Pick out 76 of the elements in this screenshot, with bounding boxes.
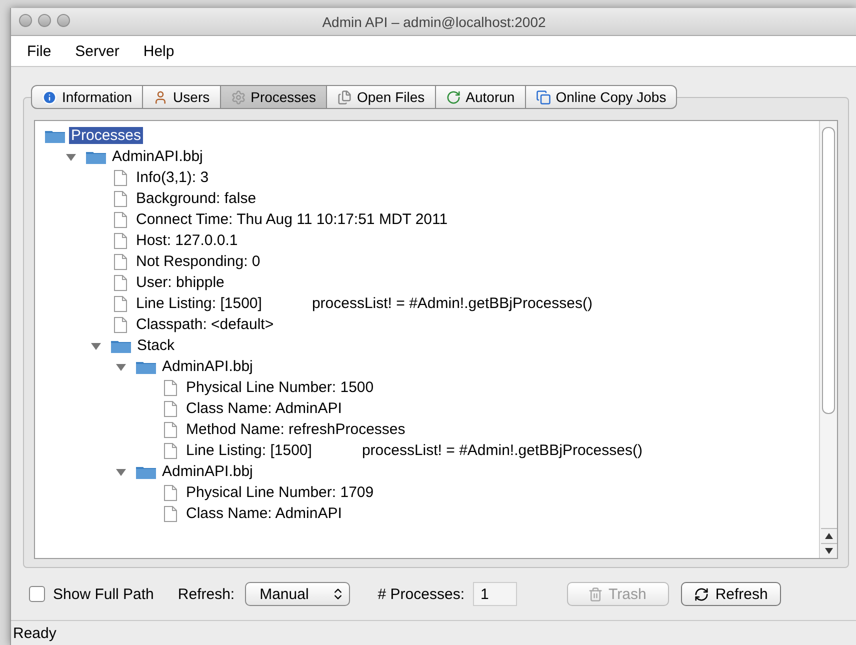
document-icon	[114, 190, 127, 206]
checkbox[interactable]	[29, 586, 45, 602]
copy-icon	[536, 90, 551, 104]
disclosure-triangle-icon[interactable]	[116, 466, 126, 476]
tree-item[interactable]: Info(3,1): 3	[134, 169, 211, 186]
document-icon	[164, 506, 177, 522]
refresh-icon	[694, 586, 710, 602]
tree-item[interactable]: Host: 127.0.0.1	[134, 232, 240, 249]
processes-count-field[interactable]: 1	[472, 582, 517, 606]
document-icon	[164, 484, 177, 500]
tree-item[interactable]: Physical Line Number: 1500	[184, 379, 376, 396]
status-text: Ready	[13, 624, 56, 642]
document-icon	[114, 212, 127, 228]
circular-arrow-icon	[446, 90, 461, 104]
tree-item[interactable]: Method Name: refreshProcesses	[184, 421, 408, 438]
document-icon	[114, 274, 127, 290]
scrollbar[interactable]	[819, 121, 837, 558]
scroll-down-icon[interactable]	[820, 543, 836, 558]
processes-label: # Processes:	[378, 586, 465, 602]
document-icon	[114, 254, 127, 270]
document-icon	[114, 316, 127, 332]
tab[interactable]: Open Files	[326, 85, 436, 109]
folder-icon	[136, 360, 156, 374]
window-control-icon[interactable]	[19, 14, 32, 27]
folder-icon	[136, 464, 156, 478]
checkbox-label: Show Full Path	[53, 586, 154, 602]
trash-icon	[588, 586, 603, 602]
tree-item[interactable]: Not Responding: 0	[134, 253, 262, 270]
folder-icon	[45, 128, 65, 142]
document-icon	[164, 400, 177, 416]
menu-item[interactable]: Help	[131, 42, 186, 60]
tab[interactable]: Autorun	[436, 85, 526, 109]
tree-item[interactable]: AdminAPI.bbj	[160, 358, 255, 375]
tab[interactable]: Online Copy Jobs	[526, 85, 678, 109]
folder-icon	[86, 150, 106, 164]
tree-item[interactable]: Class Name: AdminAPI	[184, 505, 344, 522]
window-control-icon[interactable]	[57, 14, 70, 27]
folder-icon	[111, 338, 131, 352]
settings-icon	[230, 90, 246, 104]
refresh-mode-select[interactable]: Manual	[244, 582, 350, 606]
window-title: Admin API – admin@localhost:2002	[322, 14, 546, 30]
tree-item[interactable]: Classpath: <default>	[134, 316, 276, 333]
scroll-up-icon[interactable]	[820, 528, 836, 543]
tab[interactable]: Users	[143, 85, 221, 109]
tab[interactable]: Information	[31, 85, 144, 109]
tree-item[interactable]: Class Name: AdminAPI	[184, 400, 344, 417]
tree-item[interactable]: Processes	[69, 127, 144, 144]
tab[interactable]: Processes	[220, 85, 327, 109]
refresh-label: Refresh:	[178, 586, 235, 602]
disclosure-triangle-icon[interactable]	[116, 362, 126, 372]
tree-item[interactable]: Background: false	[134, 190, 258, 207]
disclosure-triangle-icon[interactable]	[66, 152, 76, 162]
document-icon	[114, 296, 127, 312]
document-icon	[164, 380, 177, 396]
tree-item[interactable]: Connect Time: Thu Aug 11 10:17:51 MDT 2011	[134, 211, 450, 228]
tree-item[interactable]: AdminAPI.bbj	[110, 148, 205, 165]
refresh-button[interactable]: Refresh	[681, 582, 781, 606]
user-icon	[153, 90, 168, 104]
menu-item[interactable]: Server	[63, 42, 132, 60]
info-icon	[42, 90, 57, 104]
window-control-icon[interactable]	[38, 14, 51, 27]
tree-item[interactable]: Physical Line Number: 1709	[184, 484, 376, 501]
document-icon	[164, 422, 177, 438]
disclosure-triangle-icon[interactable]	[91, 340, 101, 350]
tree-item[interactable]: Line Listing: [1500]	[134, 295, 264, 312]
document-icon	[164, 442, 177, 458]
files-icon	[336, 90, 352, 104]
tree-item[interactable]: Line Listing: [1500]	[184, 442, 314, 459]
document-icon	[114, 170, 127, 186]
menu-item[interactable]: File	[15, 42, 64, 60]
code-text: processList! = #Admin!.getBBjProcesses()	[362, 442, 642, 459]
tree-item[interactable]: AdminAPI.bbj	[160, 463, 255, 480]
document-icon	[114, 232, 127, 248]
tree-item[interactable]: User: bhipple	[134, 274, 226, 291]
tree-item[interactable]: Stack	[135, 337, 177, 354]
code-text: processList! = #Admin!.getBBjProcesses()	[312, 295, 592, 312]
